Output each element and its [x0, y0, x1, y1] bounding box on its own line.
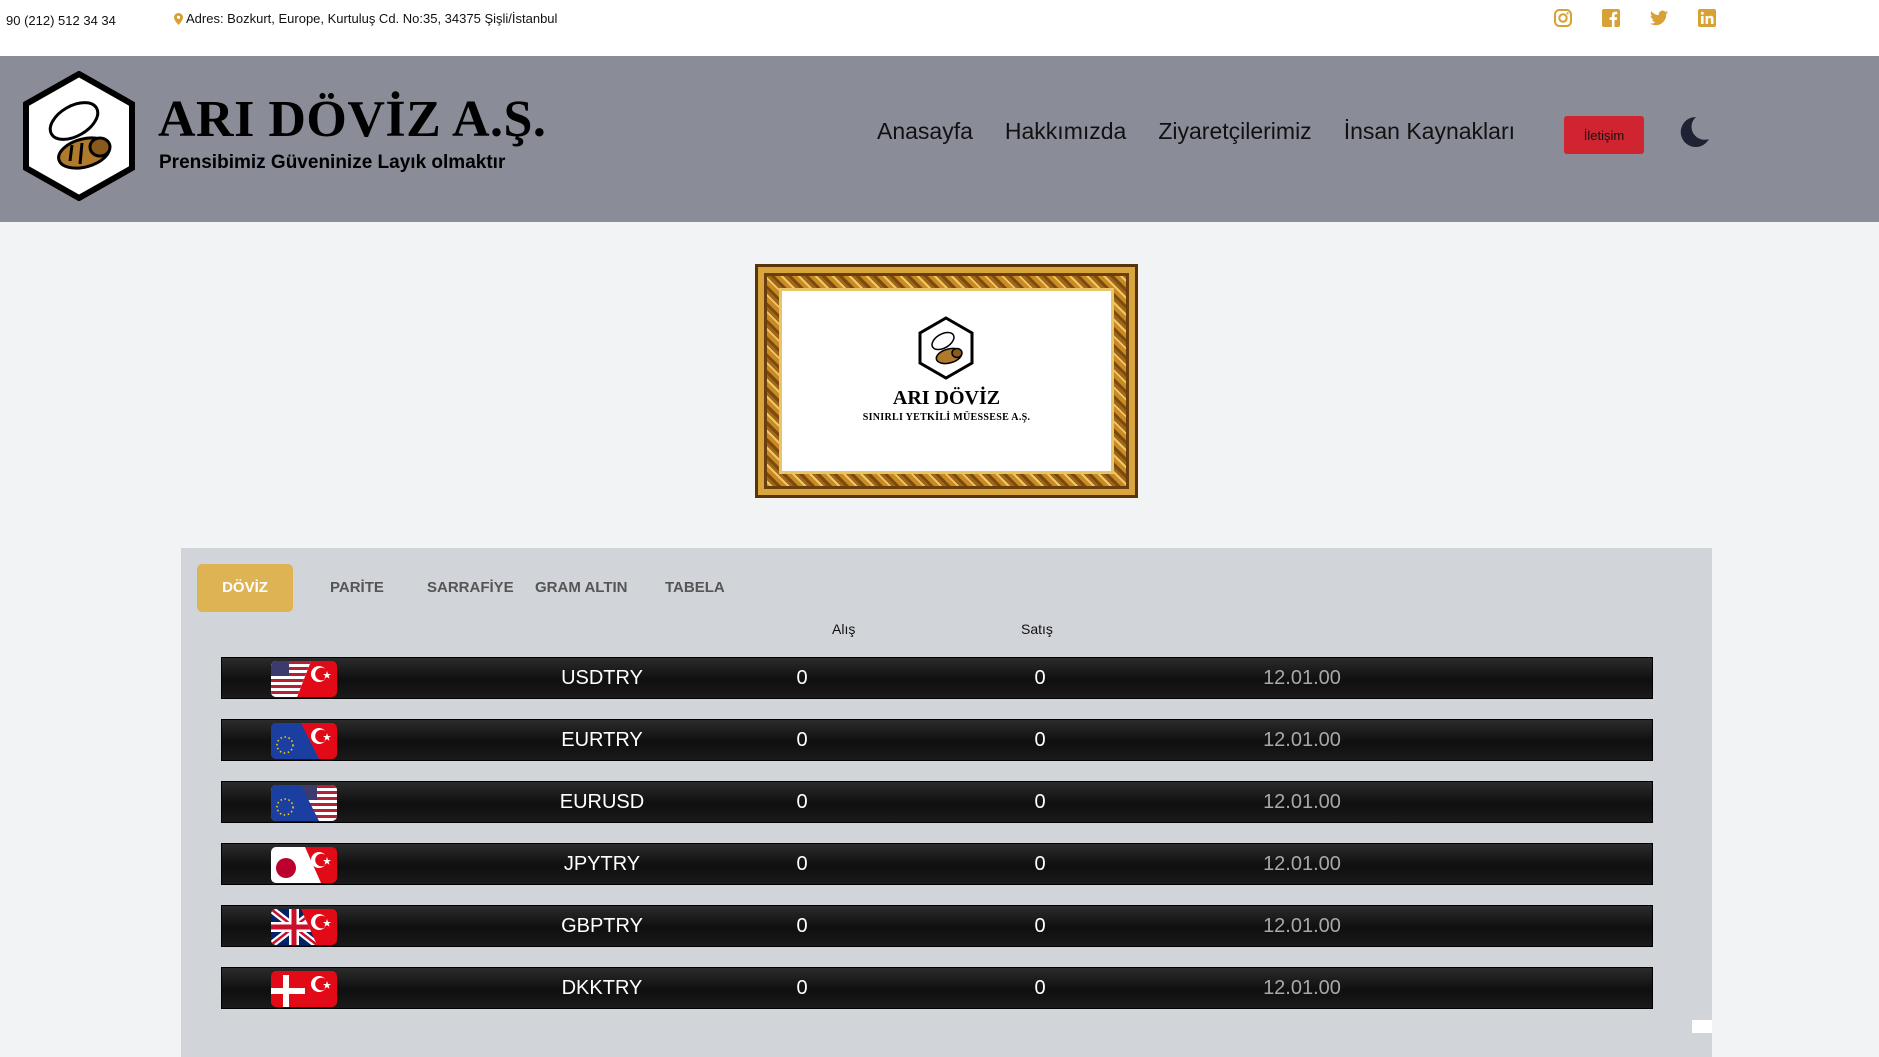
banner-frame: ARI DÖVİZ SINIRLI YETKİLİ MÜESSESE A.Ş.	[755, 264, 1138, 498]
nav-about[interactable]: Hakkımızda	[1005, 118, 1126, 145]
instagram-icon[interactable]	[1553, 8, 1573, 28]
update-time: 12.01.00	[1263, 915, 1341, 937]
sell-value: 0	[1034, 853, 1046, 875]
social-links	[1553, 8, 1717, 28]
sell-value: 0	[1034, 729, 1046, 751]
top-bar: 90 (212) 512 34 34 Adres: Bozkurt, Europ…	[0, 0, 1879, 56]
column-header-sell: Satış	[1021, 621, 1053, 637]
address-text: Adres: Bozkurt, Europe, Kurtuluş Cd. No:…	[186, 11, 558, 26]
buy-value: 0	[796, 667, 808, 689]
nav-human-resources[interactable]: İnsan Kaynakları	[1344, 118, 1515, 145]
buy-value: 0	[796, 915, 808, 937]
update-time: 12.01.00	[1263, 791, 1341, 813]
update-time: 12.01.00	[1263, 729, 1341, 751]
banner-subtitle: SINIRLI YETKİLİ MÜESSESE A.Ş.	[862, 412, 1031, 423]
eu-us-flag-icon	[271, 785, 337, 821]
moon-icon[interactable]	[1676, 114, 1712, 150]
pair-name: GBPTRY	[561, 915, 643, 937]
tab-doviz[interactable]: DÖVİZ	[197, 564, 293, 612]
sell-value: 0	[1034, 667, 1046, 689]
contact-button[interactable]: İletişim	[1564, 116, 1644, 154]
gb-tr-flag-icon	[271, 909, 337, 945]
brand-slogan: Prensibimiz Güveninize Layık olmaktır	[159, 152, 506, 173]
update-time: 12.01.00	[1263, 667, 1341, 689]
linkedin-icon[interactable]	[1697, 8, 1717, 28]
buy-value: 0	[796, 977, 808, 999]
rates-panel: DÖVİZ PARİTE SARRAFİYE GRAM ALTIN TABELA…	[181, 548, 1712, 1057]
pair-name: JPYTRY	[563, 853, 641, 875]
rate-row[interactable]: DKKTRY 0 0 12.01.00	[221, 967, 1653, 1009]
banner-card: ARI DÖVİZ SINIRLI YETKİLİ MÜESSESE A.Ş.	[782, 291, 1111, 471]
rate-row[interactable]: EURTRY 0 0 12.01.00	[221, 719, 1653, 761]
banner-bee-logo-icon	[918, 316, 974, 380]
tab-tabela[interactable]: TABELA	[665, 564, 725, 612]
dk-tr-flag-icon	[271, 971, 337, 1007]
facebook-icon[interactable]	[1601, 8, 1621, 28]
tab-gram-altin[interactable]: GRAM ALTIN	[535, 564, 627, 612]
pair-name: DKKTRY	[561, 977, 643, 999]
pair-name: EURTRY	[561, 729, 643, 751]
eu-tr-flag-icon	[271, 723, 337, 759]
update-time: 12.01.00	[1263, 977, 1341, 999]
site-header: ARI DÖVİZ A.Ş. Prensibimiz Güveninize La…	[0, 56, 1879, 222]
nav-home[interactable]: Anasayfa	[877, 118, 973, 145]
phone-number[interactable]: 90 (212) 512 34 34	[6, 13, 116, 28]
address: Adres: Bozkurt, Europe, Kurtuluş Cd. No:…	[174, 11, 557, 26]
main-nav: Anasayfa Hakkımızda Ziyaretçilerimiz İns…	[877, 118, 1515, 145]
buy-value: 0	[796, 853, 808, 875]
pair-name: USDTRY	[561, 667, 643, 689]
tab-sarrafiye[interactable]: SARRAFİYE	[427, 564, 514, 612]
scroll-corner	[1692, 1020, 1712, 1033]
update-time: 12.01.00	[1263, 853, 1341, 875]
map-pin-icon	[174, 12, 183, 25]
rate-row[interactable]: GBPTRY 0 0 12.01.00	[221, 905, 1653, 947]
twitter-icon[interactable]	[1649, 8, 1669, 28]
jp-tr-flag-icon	[271, 847, 337, 883]
bee-logo-icon[interactable]	[22, 71, 136, 201]
brand-name: ARI DÖVİZ A.Ş.	[158, 91, 547, 148]
banner-title: ARI DÖVİZ	[892, 387, 1001, 409]
sell-value: 0	[1034, 791, 1046, 813]
pair-name: EURUSD	[559, 791, 645, 813]
us-tr-flag-icon	[271, 661, 337, 697]
rate-row[interactable]: EURUSD 0 0 12.01.00	[221, 781, 1653, 823]
tab-parite[interactable]: PARİTE	[330, 564, 384, 612]
buy-value: 0	[796, 791, 808, 813]
buy-value: 0	[796, 729, 808, 751]
nav-visitors[interactable]: Ziyaretçilerimiz	[1158, 118, 1311, 145]
column-header-buy: Alış	[832, 621, 856, 637]
rate-row[interactable]: JPYTRY 0 0 12.01.00	[221, 843, 1653, 885]
sell-value: 0	[1034, 915, 1046, 937]
rate-row[interactable]: USDTRY 0 0 12.01.00	[221, 657, 1653, 699]
sell-value: 0	[1034, 977, 1046, 999]
